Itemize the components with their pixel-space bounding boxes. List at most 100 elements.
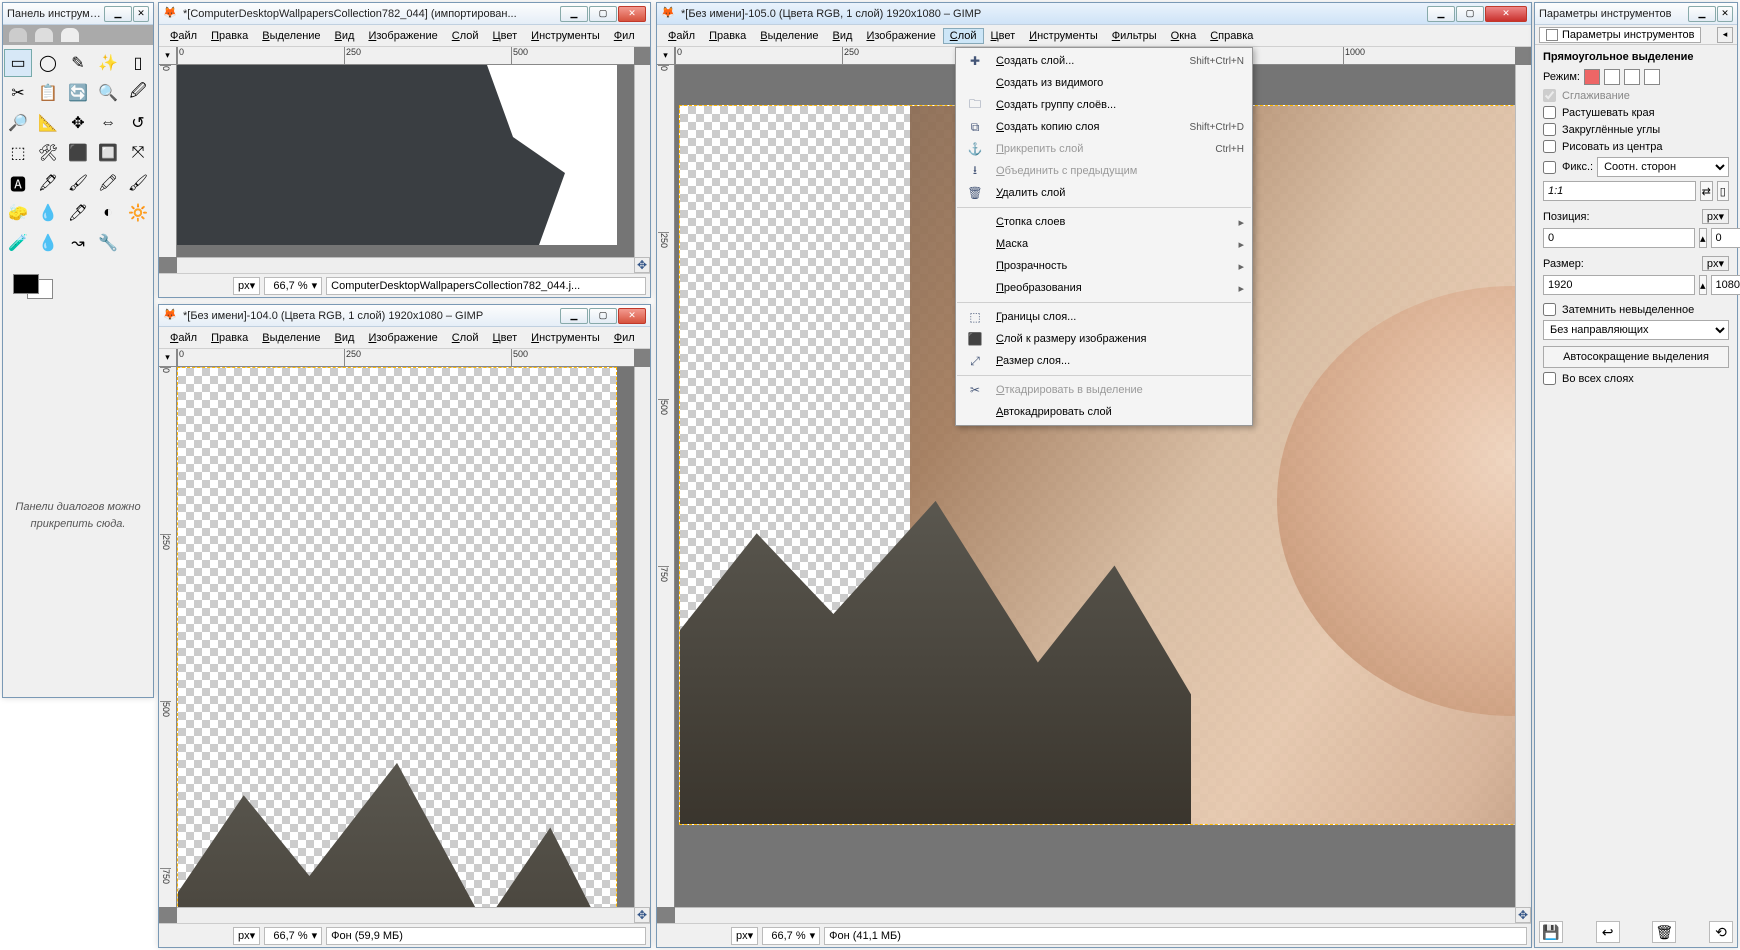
window1-min-button[interactable]: ▁ <box>560 6 588 22</box>
window2-min-button[interactable]: ▁ <box>560 308 588 324</box>
ruler-corner[interactable]: ▾ <box>657 47 675 65</box>
menu-правка[interactable]: Правка <box>702 28 753 44</box>
toolbox-close-button[interactable]: ✕ <box>133 6 149 22</box>
pos-x-input[interactable] <box>1543 228 1695 248</box>
tool-button[interactable]: ↺ <box>124 109 152 137</box>
window1-close-button[interactable]: ✕ <box>618 6 646 22</box>
tool-button[interactable]: ✥ <box>64 109 92 137</box>
menu-фил[interactable]: Фил <box>607 330 642 346</box>
opts-close-button[interactable]: ✕ <box>1717 6 1733 22</box>
window2-canvas[interactable]: ▾ 0250500 0250500750 ✥ <box>159 349 650 923</box>
ruler-horizontal[interactable]: 0250500 <box>177 47 634 65</box>
opts-tab[interactable]: Параметры инструментов <box>1539 27 1701 43</box>
size-units[interactable]: px▾ <box>1702 256 1729 271</box>
window2-max-button[interactable]: ▢ <box>589 308 617 324</box>
tool-button[interactable]: ↝ <box>64 229 92 257</box>
center-checkbox[interactable] <box>1543 140 1556 153</box>
menu-фил[interactable]: Фил <box>607 28 642 44</box>
color-swatches[interactable] <box>3 261 153 299</box>
tool-button[interactable]: 🧪 <box>4 229 32 257</box>
tool-button[interactable]: ▯ <box>124 49 152 77</box>
menu-вид[interactable]: Вид <box>328 28 362 44</box>
ruler-horizontal[interactable]: 0250500 <box>177 349 634 367</box>
tool-button[interactable]: ⇔ <box>94 109 122 137</box>
menu-файл[interactable]: Файл <box>163 28 204 44</box>
window2-close-button[interactable]: ✕ <box>618 308 646 324</box>
toolbox-min-button[interactable]: ▁ <box>104 6 132 22</box>
nav-button[interactable]: ✥ <box>634 907 650 923</box>
menu-item[interactable]: Маска▸ <box>956 233 1252 255</box>
units-combo[interactable]: px▾ <box>233 277 260 295</box>
tool-button[interactable]: 🖋 <box>34 169 62 197</box>
scrollbar-vertical[interactable] <box>634 65 650 257</box>
tool-button[interactable]: ✂ <box>4 79 32 107</box>
mode-intersect-button[interactable] <box>1644 69 1660 85</box>
tool-button[interactable]: 🖌 <box>124 169 152 197</box>
window3-max-button[interactable]: ▢ <box>1456 6 1484 22</box>
nav-button[interactable]: ✥ <box>1515 907 1531 923</box>
scrollbar-vertical[interactable] <box>634 367 650 907</box>
ruler-vertical[interactable]: 0250500750 <box>657 65 675 907</box>
foreground-swatch[interactable] <box>13 274 39 294</box>
menu-выделение[interactable]: Выделение <box>255 330 327 346</box>
tool-button[interactable]: ▭ <box>4 49 32 77</box>
menu-item[interactable]: ⤢Размер слоя... <box>956 350 1252 372</box>
swap-button[interactable]: ⇄ <box>1700 181 1713 201</box>
menu-изображение[interactable]: Изображение <box>361 330 444 346</box>
tool-button[interactable]: 🧽 <box>4 199 32 227</box>
scrollbar-horizontal[interactable] <box>177 907 634 923</box>
zoom-combo[interactable]: 66,7 %▾ <box>762 927 820 945</box>
menu-item[interactable]: 🗑Удалить слой <box>956 182 1252 204</box>
tool-button[interactable]: 📋 <box>34 79 62 107</box>
mode-subtract-button[interactable] <box>1624 69 1640 85</box>
window3-close-button[interactable]: ✕ <box>1485 6 1527 22</box>
guides-select[interactable]: Без направляющих <box>1543 320 1729 340</box>
menu-слой[interactable]: Слой <box>445 330 486 346</box>
dock-restore-button[interactable]: ↩ <box>1596 921 1620 943</box>
menu-изображение[interactable]: Изображение <box>361 28 444 44</box>
menu-окна[interactable]: Окна <box>1164 28 1204 44</box>
tool-button[interactable]: ◐ <box>94 199 122 227</box>
tool-button[interactable]: ✎ <box>64 49 92 77</box>
menu-справка[interactable]: Справка <box>1203 28 1260 44</box>
menu-инструменты[interactable]: Инструменты <box>524 28 607 44</box>
ruler-vertical[interactable]: 0250500750 <box>159 367 177 907</box>
tool-button[interactable]: ⤧ <box>124 139 152 167</box>
tool-button[interactable]: ⬚ <box>4 139 32 167</box>
pos-units[interactable]: px▾ <box>1702 209 1729 224</box>
menu-файл[interactable]: Файл <box>163 330 204 346</box>
tool-button[interactable]: 🛠 <box>34 139 62 167</box>
window3-min-button[interactable]: ▁ <box>1427 6 1455 22</box>
tool-button[interactable]: 🖉 <box>124 79 152 107</box>
autoshrink-button[interactable]: Автосокращение выделения <box>1543 346 1729 368</box>
menu-выделение[interactable]: Выделение <box>753 28 825 44</box>
menu-правка[interactable]: Правка <box>204 28 255 44</box>
window1-canvas[interactable]: ▾ 0250500 0 ✥ <box>159 47 650 273</box>
ruler-corner[interactable]: ▾ <box>159 349 177 367</box>
menu-item[interactable]: Автокадрировать слой <box>956 401 1252 423</box>
tool-button[interactable]: 🅰 <box>4 169 32 197</box>
rounded-checkbox[interactable] <box>1543 123 1556 136</box>
menu-цвет[interactable]: Цвет <box>486 28 525 44</box>
menu-цвет[interactable]: Цвет <box>984 28 1023 44</box>
pos-y-input[interactable] <box>1711 228 1740 248</box>
units-combo[interactable]: px▾ <box>233 927 260 945</box>
tool-button[interactable]: 📐 <box>34 109 62 137</box>
menu-item[interactable]: Создать из видимого <box>956 72 1252 94</box>
tool-button[interactable]: 🔧 <box>94 229 122 257</box>
zoom-combo[interactable]: 66,7 %▾ <box>264 927 322 945</box>
fixed-select[interactable]: Соотн. сторон <box>1597 157 1729 177</box>
menu-item[interactable]: ⬚Границы слоя... <box>956 306 1252 328</box>
stepper[interactable]: ▴ <box>1699 275 1707 295</box>
tool-button[interactable]: 💧 <box>34 229 62 257</box>
dock-menu-button[interactable]: ◂ <box>1717 27 1733 43</box>
menu-вид[interactable]: Вид <box>826 28 860 44</box>
menu-фильтры[interactable]: Фильтры <box>1105 28 1164 44</box>
mode-add-button[interactable] <box>1604 69 1620 85</box>
menu-слой[interactable]: Слой <box>445 28 486 44</box>
menu-item[interactable]: Преобразования▸ <box>956 277 1252 299</box>
dock-save-button[interactable]: 💾 <box>1539 921 1563 943</box>
scrollbar-vertical[interactable] <box>1515 65 1531 907</box>
dock-reset-button[interactable]: ⟲ <box>1709 921 1733 943</box>
menu-item[interactable]: ⧉Создать копию слояShift+Ctrl+D <box>956 116 1252 138</box>
